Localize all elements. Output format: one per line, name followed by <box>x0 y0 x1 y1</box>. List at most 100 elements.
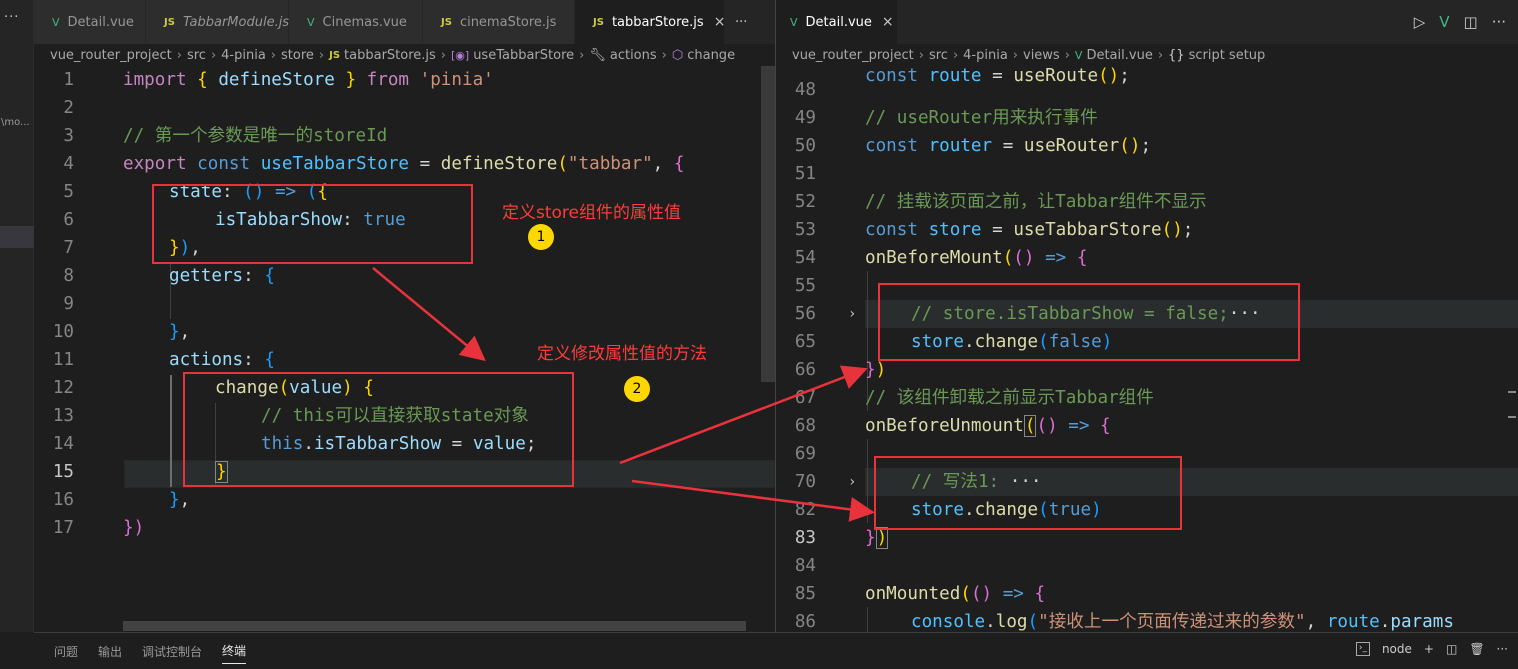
indent-guide <box>170 375 172 487</box>
line-number: 51 <box>794 164 816 184</box>
explorer-sidebar: ··· \mo... <box>0 0 34 632</box>
tab-output[interactable]: 输出 <box>98 643 122 660</box>
line-number: 67 <box>794 388 816 408</box>
line-number: 6 <box>63 210 74 230</box>
right-tab-bar: V Detail.vue × ▷ V ◫ ··· <box>776 0 1518 44</box>
variable-icon: [◉] <box>451 48 470 62</box>
breadcrumb-item[interactable]: actions <box>610 48 657 63</box>
more-actions-icon[interactable]: ··· <box>1497 642 1508 656</box>
sidebar-path: \mo... <box>1 117 30 128</box>
breadcrumb-item[interactable]: src <box>187 48 206 63</box>
breadcrumb-item[interactable]: tabbarStore.js <box>344 48 436 63</box>
line-number: 9 <box>63 294 74 314</box>
line-number: 82 <box>794 500 816 520</box>
vue-file-icon: V <box>307 15 315 29</box>
line-number: 52 <box>794 192 816 212</box>
annotation-box-mount <box>878 283 1300 361</box>
js-file-icon: JS <box>593 16 604 28</box>
line-number: 65 <box>794 332 816 352</box>
vue-devtools-icon[interactable]: V <box>1439 13 1449 31</box>
tab-cinemas-vue[interactable]: V Cinemas.vue <box>289 0 423 44</box>
sidebar-menu-icon[interactable]: ··· <box>4 10 19 25</box>
vertical-scrollbar[interactable] <box>761 66 775 382</box>
run-icon[interactable]: ▷ <box>1414 13 1426 31</box>
breadcrumb-item[interactable]: 4-pinia <box>963 48 1008 63</box>
line-number: 14 <box>52 434 74 454</box>
trash-icon[interactable]: 🗑︎ <box>1469 642 1484 656</box>
vue-file-icon: V <box>790 15 798 29</box>
wrench-icon: 🔧︎ <box>589 47 606 63</box>
breadcrumb-item[interactable]: useTabbarStore <box>473 48 574 63</box>
line-number: 53 <box>794 220 816 240</box>
breadcrumb-item[interactable]: 4-pinia <box>221 48 266 63</box>
line-number: 17 <box>52 518 74 538</box>
more-actions-icon[interactable]: ··· <box>725 0 775 44</box>
line-number: 5 <box>63 182 74 202</box>
line-number: 56 <box>794 304 816 324</box>
line-number: 8 <box>63 266 74 286</box>
tab-label: Cinemas.vue <box>322 14 407 30</box>
js-file-icon: JS <box>164 16 175 28</box>
breadcrumb-item[interactable]: change <box>687 48 735 63</box>
line-number: 55 <box>794 276 816 296</box>
split-editor-icon[interactable]: ◫ <box>1464 13 1478 31</box>
tab-label: tabbarStore.js <box>611 14 704 30</box>
annotation-box-state <box>152 184 473 264</box>
add-terminal-icon[interactable]: + <box>1424 642 1434 656</box>
line-number: 12 <box>52 378 74 398</box>
tab-terminal[interactable]: 终端 <box>222 642 247 664</box>
breadcrumb-item[interactable]: store <box>281 48 314 63</box>
breadcrumb-item[interactable]: vue_router_project <box>50 48 172 63</box>
tab-tabbarmodule-js[interactable]: JS TabbarModule.js <box>146 0 289 44</box>
line-number: 54 <box>794 248 816 268</box>
sidebar-selected-row[interactable] <box>0 226 34 248</box>
tab-label: cinemaStore.js <box>459 14 557 30</box>
terminal-name[interactable]: node <box>1382 642 1412 656</box>
line-number: 66 <box>794 360 816 380</box>
line-number: 86 <box>794 612 816 632</box>
line-number: 68 <box>794 416 816 436</box>
horizontal-scrollbar[interactable] <box>123 621 746 631</box>
line-number: 7 <box>63 238 74 258</box>
split-terminal-icon[interactable]: ◫ <box>1446 642 1457 656</box>
annotation-note-2: 定义修改属性值的方法 <box>537 344 707 364</box>
tab-detail-vue[interactable]: V Detail.vue <box>34 0 146 44</box>
close-icon[interactable]: × <box>882 14 894 30</box>
breadcrumb-item[interactable]: Detail.vue <box>1086 48 1152 63</box>
braces-icon: {} <box>1168 47 1185 63</box>
line-number: 4 <box>63 154 74 174</box>
line-number: 84 <box>794 556 816 576</box>
tab-tabbarstore-js[interactable]: JS tabbarStore.js × <box>575 0 725 44</box>
line-number: 11 <box>52 350 74 370</box>
method-cube-icon: ⬡ <box>671 47 684 63</box>
annotation-badge-2: 2 <box>624 376 650 402</box>
line-number: 2 <box>63 98 74 118</box>
tab-debug-console[interactable]: 调试控制台 <box>142 643 202 660</box>
tab-label: Detail.vue <box>67 14 134 30</box>
breadcrumb-item[interactable]: src <box>929 48 948 63</box>
js-file-icon: JS <box>441 16 452 28</box>
close-icon[interactable]: × <box>714 14 726 30</box>
tab-problems[interactable]: 问题 <box>54 643 78 660</box>
breadcrumb-item[interactable]: views <box>1023 48 1060 63</box>
line-number: 3 <box>63 126 74 146</box>
line-number: 70 <box>794 472 816 492</box>
tab-cinemastore-js[interactable]: JS cinemaStore.js <box>423 0 575 44</box>
vue-file-icon: V <box>52 15 60 29</box>
breadcrumb-item[interactable]: script setup <box>1189 48 1266 63</box>
annotation-note-1: 定义store组件的属性值 <box>502 203 681 223</box>
fold-chevron-icon[interactable]: › <box>848 300 856 328</box>
tab-detail-vue-right[interactable]: V Detail.vue × <box>776 0 898 44</box>
line-number: 49 <box>794 108 816 128</box>
vue-file-icon: V <box>1074 48 1083 62</box>
line-number: 10 <box>52 322 74 342</box>
line-number: 1 <box>63 70 74 90</box>
more-actions-icon[interactable]: ··· <box>1492 13 1506 31</box>
annotation-badge-1: 1 <box>528 224 554 250</box>
tab-label: TabbarModule.js <box>182 14 290 30</box>
fold-chevron-icon[interactable]: › <box>848 468 856 496</box>
breadcrumb-item[interactable]: vue_router_project <box>792 48 914 63</box>
right-breadcrumb: vue_router_project › src › 4-pinia › views ›… <box>792 44 1518 66</box>
left-breadcrumb: vue_router_project › src › 4-pinia › store ›… <box>50 44 775 66</box>
tab-label: Detail.vue <box>805 14 872 30</box>
